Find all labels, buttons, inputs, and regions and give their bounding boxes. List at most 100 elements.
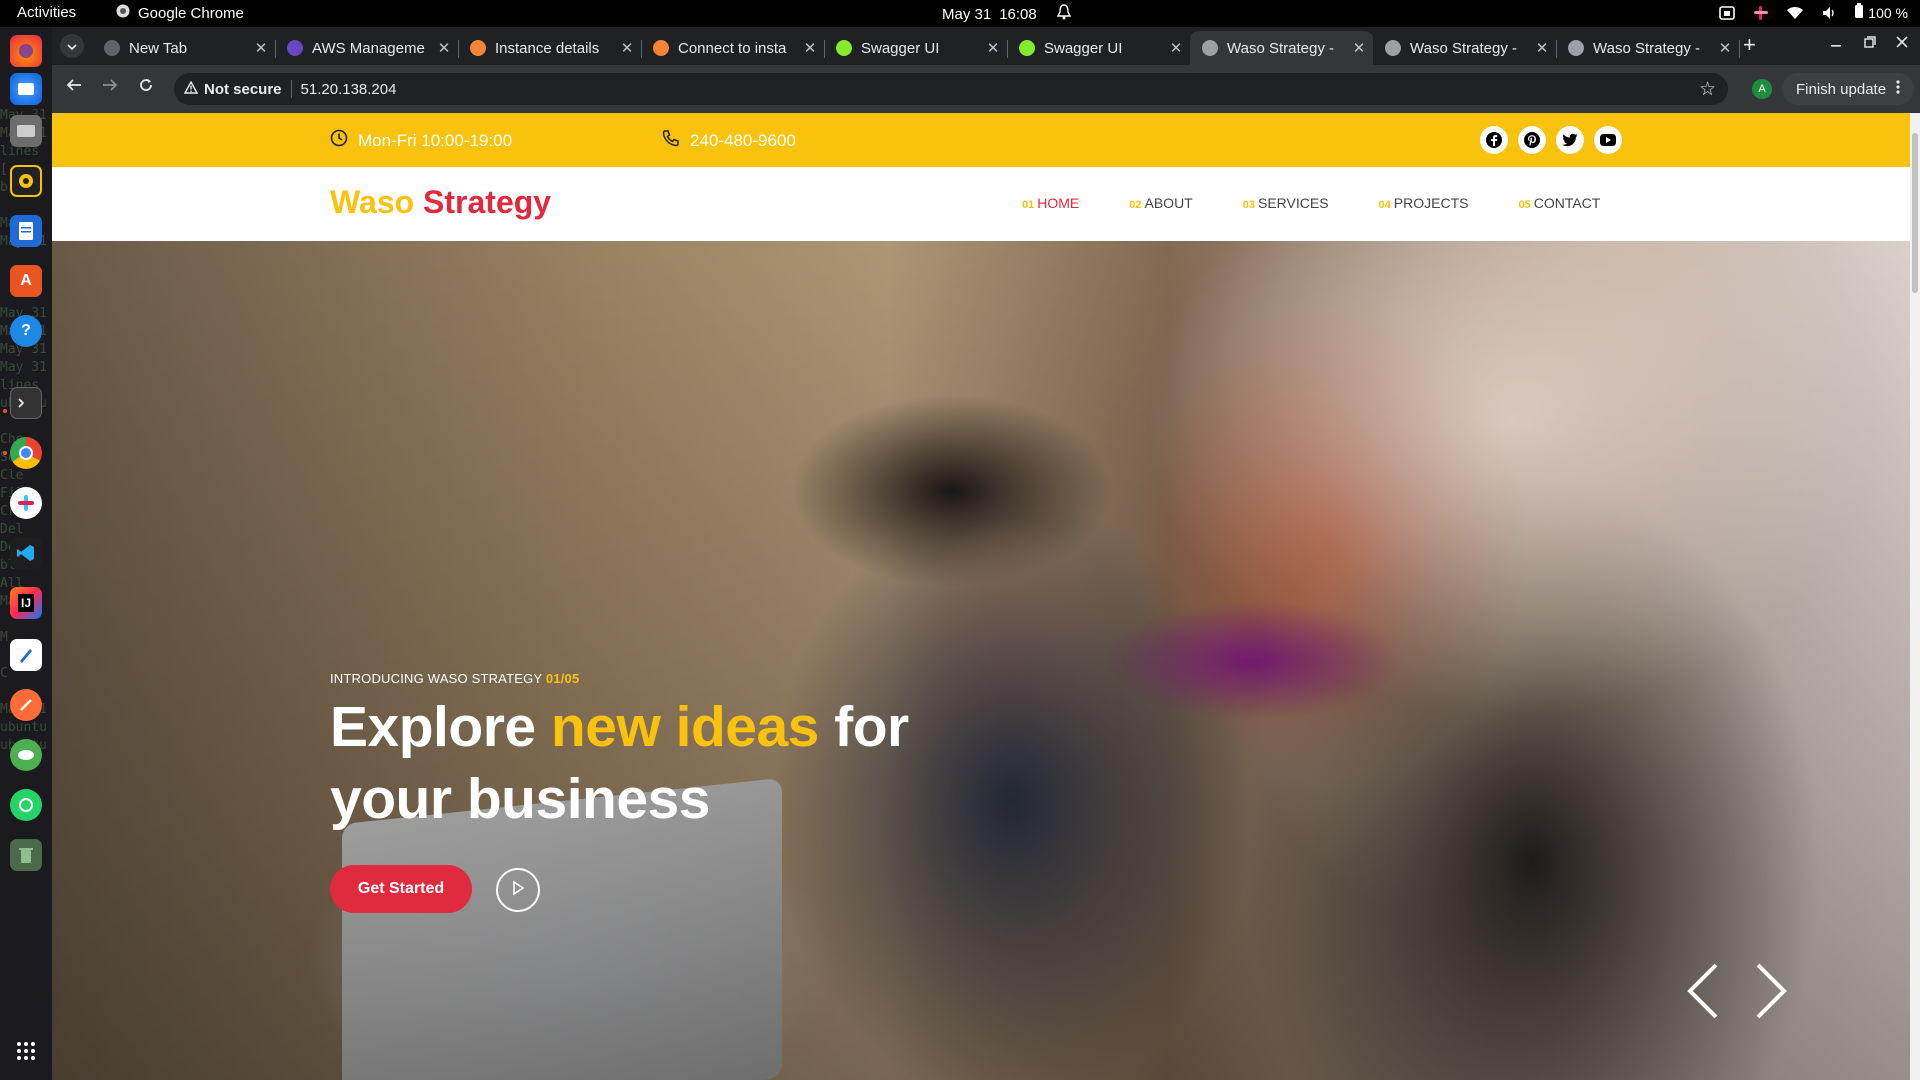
finish-update-button[interactable]: Finish update	[1782, 73, 1915, 105]
whatsapp-icon[interactable]	[10, 789, 42, 821]
back-button[interactable]	[62, 77, 86, 99]
browser-tab[interactable]: Swagger UI ✕	[824, 31, 1008, 65]
chevron-left-icon	[1680, 963, 1730, 1025]
browser-toolbar: Not secure 51.20.138.204 ☆ A Finish upda…	[52, 65, 1920, 113]
chrome-icon[interactable]	[10, 437, 42, 469]
heading-part-1: Explore	[330, 695, 536, 759]
browser-tab[interactable]: Instance details ✕	[458, 31, 642, 65]
nav-item-services[interactable]: 03 SERVICES	[1243, 195, 1329, 211]
system-tray[interactable]: 100 %	[1718, 3, 1908, 22]
browser-tab[interactable]: Waso Strategy - ✕	[1190, 31, 1373, 65]
phone-text: 240-480-9600	[690, 130, 796, 150]
url-text[interactable]: 51.20.138.204	[301, 81, 397, 98]
wifi-icon[interactable]	[1786, 4, 1804, 22]
thunderbird-icon[interactable]	[10, 73, 42, 105]
security-label: Not secure	[204, 80, 282, 98]
profile-avatar[interactable]: A	[1752, 79, 1772, 99]
browser-tab[interactable]: AWS Manageme ✕	[275, 31, 459, 65]
chrome-icon	[116, 4, 130, 22]
pinterest-icon[interactable]	[1518, 126, 1546, 154]
minimize-button[interactable]	[1830, 35, 1842, 53]
screen-share-icon[interactable]	[1718, 4, 1736, 22]
chevron-right-icon	[1744, 963, 1794, 1025]
files-icon[interactable]	[10, 115, 42, 147]
close-tab-icon[interactable]: ✕	[796, 39, 824, 57]
youtube-icon[interactable]	[1594, 126, 1622, 154]
address-bar[interactable]: Not secure 51.20.138.204 ☆	[174, 73, 1728, 105]
tab-title: Swagger UI	[1044, 39, 1123, 57]
warning-icon	[183, 80, 199, 98]
forward-button[interactable]	[98, 77, 122, 99]
intellij-icon[interactable]: IJ	[10, 587, 42, 619]
show-apps-icon[interactable]	[10, 1035, 42, 1067]
facebook-icon[interactable]	[1480, 126, 1508, 154]
slack-icon[interactable]	[10, 487, 42, 519]
active-dot	[3, 451, 7, 455]
tab-separator	[1739, 40, 1740, 58]
trash-icon[interactable]	[10, 839, 42, 871]
scrollbar-thumb[interactable]	[1912, 133, 1918, 293]
vscode-icon[interactable]	[10, 537, 42, 569]
help-icon[interactable]: ?	[10, 315, 42, 347]
nav-item-home[interactable]: 01 HOME	[1022, 195, 1079, 211]
close-tab-icon[interactable]: ✕	[1528, 39, 1556, 57]
rhythmbox-icon[interactable]	[10, 165, 42, 197]
contact-info-bar: Mon-Fri 10:00-19:00 240-480-9600	[52, 113, 1910, 167]
close-tab-icon[interactable]: ✕	[247, 39, 275, 57]
slide-counter: 01/05	[545, 671, 580, 686]
security-chip[interactable]: Not secure	[183, 80, 282, 98]
browser-tab[interactable]: New Tab ✕	[92, 31, 276, 65]
tab-title: Instance details	[495, 39, 600, 57]
close-tab-icon[interactable]: ✕	[979, 39, 1007, 57]
nav-item-about[interactable]: 02 ABOUT	[1129, 195, 1192, 211]
restore-button[interactable]	[1864, 35, 1876, 53]
phone-number[interactable]: 240-480-9600	[662, 129, 796, 152]
close-window-button[interactable]	[1896, 35, 1908, 53]
get-started-button[interactable]: Get Started	[330, 865, 472, 913]
globe-icon	[1568, 40, 1584, 56]
hero-heading: Explore new ideas for your business	[330, 691, 1030, 835]
app-menu[interactable]: Google Chrome	[116, 4, 244, 22]
tab-title: Waso Strategy -	[1410, 39, 1517, 57]
volume-icon[interactable]	[1820, 4, 1838, 22]
tab-search-button[interactable]	[60, 34, 84, 58]
twitter-icon[interactable]	[1556, 126, 1584, 154]
battery-indicator[interactable]: 100 %	[1854, 3, 1908, 22]
close-tab-icon[interactable]: ✕	[1711, 39, 1739, 57]
slack-tray-icon[interactable]	[1752, 4, 1770, 22]
tab-title: Swagger UI	[861, 39, 940, 57]
bookmark-star-icon[interactable]: ☆	[1699, 78, 1716, 101]
site-logo[interactable]: Waso Strategy	[330, 184, 551, 221]
play-video-button[interactable]	[496, 868, 540, 912]
logo-word-1: Waso	[330, 184, 415, 220]
browser-tab[interactable]: Waso Strategy - ✕	[1556, 31, 1740, 65]
prev-slide-button[interactable]	[1680, 961, 1730, 1021]
clock[interactable]: May 31 16:08	[942, 4, 1071, 24]
software-center-icon[interactable]: A	[10, 265, 42, 297]
new-tab-button[interactable]: +	[1743, 34, 1756, 56]
terminal-icon[interactable]	[10, 387, 42, 419]
activities-button[interactable]: Activities	[17, 4, 76, 21]
browser-tab[interactable]: Swagger UI ✕	[1007, 31, 1190, 65]
page-scrollbar[interactable]	[1910, 113, 1920, 1080]
next-slide-button[interactable]	[1744, 961, 1794, 1021]
nav-item-contact[interactable]: 05 CONTACT	[1518, 195, 1600, 211]
play-icon	[511, 880, 525, 901]
nav-item-projects[interactable]: 04 PROJECTS	[1379, 195, 1469, 211]
browser-tab[interactable]: Connect to insta ✕	[641, 31, 825, 65]
reload-button[interactable]	[134, 77, 158, 99]
browser-tab[interactable]: Waso Strategy - ✕	[1373, 31, 1557, 65]
firefox-icon[interactable]	[10, 35, 42, 67]
text-editor-icon[interactable]	[10, 639, 42, 671]
postman-icon[interactable]	[10, 689, 42, 721]
close-tab-icon[interactable]: ✕	[613, 39, 641, 57]
messaging-icon[interactable]	[10, 739, 42, 771]
close-tab-icon[interactable]: ✕	[1162, 39, 1190, 57]
close-tab-icon[interactable]: ✕	[1345, 39, 1373, 57]
nav-item-label: SERVICES	[1257, 195, 1329, 211]
close-tab-icon[interactable]: ✕	[430, 39, 458, 57]
writer-icon[interactable]	[10, 215, 42, 247]
aws-ec2-icon	[653, 40, 669, 56]
tagline-text: INTRODUCING WASO STRATEGY	[330, 671, 543, 686]
tab-title: AWS Manageme	[312, 39, 425, 57]
